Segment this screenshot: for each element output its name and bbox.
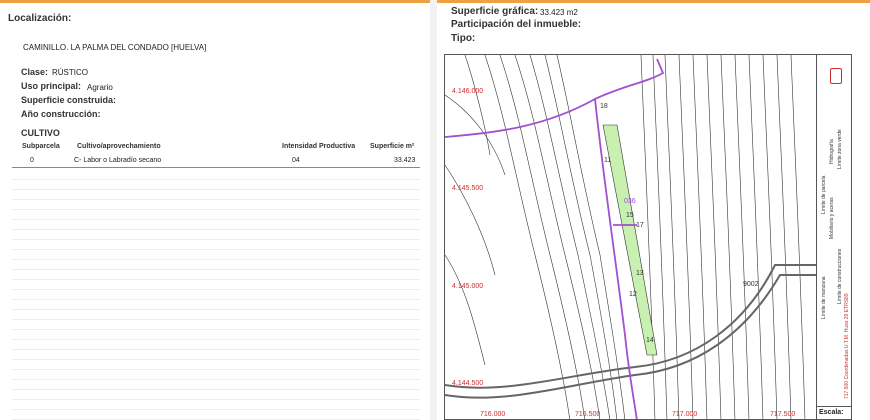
sup-construida-label: Superficie construida:	[21, 95, 117, 105]
cadastral-map[interactable]	[444, 54, 852, 420]
cell-subparcela: 0	[30, 157, 34, 164]
y-coord-2: 4.145.500	[452, 185, 484, 192]
parcel-label-15: 15	[626, 212, 634, 219]
map-legend: Límite de parcela Límite de manzana Hidr…	[816, 54, 853, 406]
parcel-label-13: 13	[636, 270, 644, 277]
panel-top-accent	[0, 0, 430, 3]
panel-top-accent	[437, 0, 870, 3]
col-header-superficie: Superficie m²	[370, 143, 415, 150]
col-header-intensidad: Intensidad Productiva	[282, 143, 356, 150]
sup-grafica-label: Superficie gráfica:	[451, 6, 539, 17]
cell-intensidad: 04	[292, 157, 300, 164]
legend-manzana: Límite de manzana	[821, 276, 827, 319]
legend-construcciones: Límite de construcciones	[837, 248, 843, 304]
empty-table-area	[12, 170, 420, 420]
north-arrow-icon	[830, 68, 842, 84]
x-coord-1: 716.000	[480, 411, 506, 418]
y-coord-4: 4.144.500	[452, 380, 484, 387]
participacion-label: Participación del inmueble:	[451, 19, 582, 30]
y-coord-1: 4.146.000	[452, 88, 484, 95]
parcel-label-036: 036	[624, 198, 636, 205]
scale-box: Escala:	[816, 406, 852, 420]
parcel-label-17: 17	[636, 222, 644, 229]
localizacion-label: Localización:	[8, 13, 72, 24]
x-coord-4: 717.500	[770, 411, 796, 418]
x-coord-3: 717.000	[672, 411, 698, 418]
parcel-label-9002: 9002	[743, 281, 759, 288]
uso-label: Uso principal:	[21, 81, 82, 91]
cell-cultivo: C- Labor o Labradío secano	[74, 157, 162, 164]
address-value: CAMINILLO. LA PALMA DEL CONDADO [HUELVA]	[23, 43, 207, 52]
sup-grafica-value: 33.423 m2	[540, 8, 578, 17]
legend-hidrografia: Hidrografía	[829, 139, 835, 164]
y-coord-3: 4.145.000	[452, 283, 484, 290]
cultivo-label: CULTIVO	[21, 128, 60, 138]
uso-value: Agrario	[87, 83, 113, 92]
parcel-label-18: 18	[600, 103, 608, 110]
col-header-subparcela: Subparcela	[22, 143, 60, 150]
clase-label: Clase:	[21, 67, 49, 77]
map-drawing	[445, 55, 817, 419]
legend-parcela: Límite de parcela	[821, 175, 827, 214]
parcel-label-14: 14	[646, 337, 654, 344]
parcel-label-12: 12	[629, 291, 637, 298]
x-coord-2: 716.500	[575, 411, 601, 418]
legend-zona-verde: Límite zona verde	[837, 129, 843, 169]
parcel-label-11: 11	[604, 157, 612, 164]
anio-label: Año construcción:	[21, 109, 101, 119]
clase-value: RÚSTICO	[52, 68, 88, 77]
col-header-cultivo: Cultivo/aprovechamiento	[77, 143, 161, 150]
tipo-label: Tipo:	[451, 33, 476, 44]
legend-mobiliario: Mobiliario y aceras	[829, 197, 835, 239]
cell-superficie: 33.423	[394, 157, 416, 164]
scale-label: Escala:	[819, 409, 844, 416]
legend-crs-note: 717.500 Coordenadas U.T.M. Huso 29 ETRS8…	[844, 293, 850, 399]
